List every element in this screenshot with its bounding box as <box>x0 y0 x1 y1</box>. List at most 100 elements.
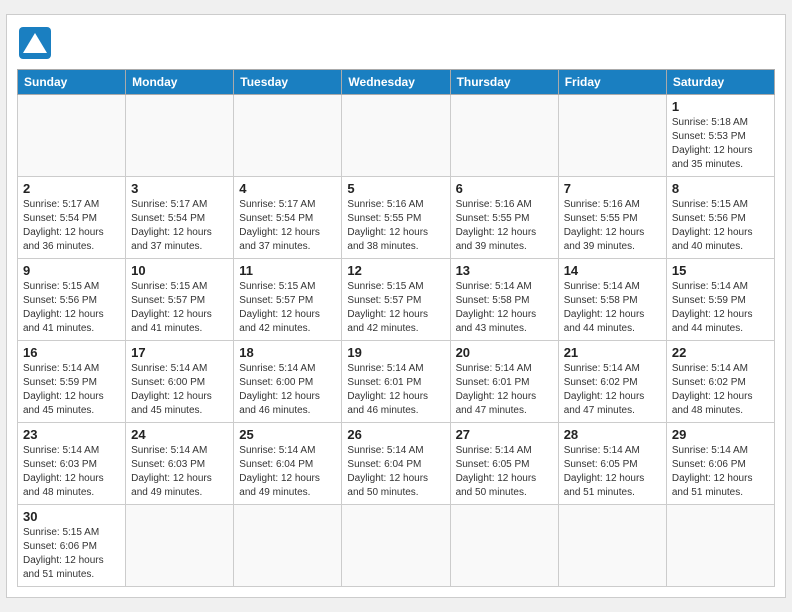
calendar-cell: 9 Sunrise: 5:15 AM Sunset: 5:56 PM Daylig… <box>18 259 126 341</box>
calendar-header-row: SundayMondayTuesdayWednesdayThursdayFrid… <box>18 70 775 95</box>
day-info: Sunrise: 5:14 AM Sunset: 6:02 PM Dayligh… <box>672 362 769 418</box>
day-info: Sunrise: 5:15 AM Sunset: 6:06 PM Dayligh… <box>23 526 120 582</box>
calendar-cell: 6 Sunrise: 5:16 AM Sunset: 5:55 PM Daylig… <box>450 177 558 259</box>
calendar-cell: 22 Sunrise: 5:14 AM Sunset: 6:02 PM Dayli… <box>666 341 774 423</box>
day-number: 29 <box>672 427 769 442</box>
day-number: 27 <box>456 427 553 442</box>
day-info: Sunrise: 5:14 AM Sunset: 5:59 PM Dayligh… <box>23 362 120 418</box>
day-number: 7 <box>564 181 661 196</box>
day-info: Sunrise: 5:14 AM Sunset: 6:03 PM Dayligh… <box>23 444 120 500</box>
calendar-cell: 11 Sunrise: 5:15 AM Sunset: 5:57 PM Dayli… <box>234 259 342 341</box>
calendar-cell <box>666 505 774 587</box>
calendar-cell: 13 Sunrise: 5:14 AM Sunset: 5:58 PM Dayli… <box>450 259 558 341</box>
calendar-cell <box>126 95 234 177</box>
calendar-week-row: 2 Sunrise: 5:17 AM Sunset: 5:54 PM Daylig… <box>18 177 775 259</box>
calendar-cell <box>558 95 666 177</box>
calendar-week-row: 1Sunrise: 5:18 AM Sunset: 5:53 PM Daylig… <box>18 95 775 177</box>
day-number: 23 <box>23 427 120 442</box>
calendar-cell: 30 Sunrise: 5:15 AM Sunset: 6:06 PM Dayli… <box>18 505 126 587</box>
weekday-header: Sunday <box>18 70 126 95</box>
day-info: Sunrise: 5:14 AM Sunset: 6:04 PM Dayligh… <box>239 444 336 500</box>
day-number: 22 <box>672 345 769 360</box>
day-number: 10 <box>131 263 228 278</box>
day-info: Sunrise: 5:16 AM Sunset: 5:55 PM Dayligh… <box>456 198 553 254</box>
calendar-cell: 4Sunrise: 5:17 AM Sunset: 5:54 PM Daylig… <box>234 177 342 259</box>
day-info: Sunrise: 5:17 AM Sunset: 5:54 PM Dayligh… <box>23 198 120 254</box>
calendar-cell: 28 Sunrise: 5:14 AM Sunset: 6:05 PM Dayli… <box>558 423 666 505</box>
calendar-cell: 7 Sunrise: 5:16 AM Sunset: 5:55 PM Daylig… <box>558 177 666 259</box>
calendar-cell: 21Sunrise: 5:14 AM Sunset: 6:02 PM Dayli… <box>558 341 666 423</box>
day-info: Sunrise: 5:15 AM Sunset: 5:56 PM Dayligh… <box>672 198 769 254</box>
calendar-cell: 24 Sunrise: 5:14 AM Sunset: 6:03 PM Dayli… <box>126 423 234 505</box>
day-number: 19 <box>347 345 444 360</box>
day-info: Sunrise: 5:15 AM Sunset: 5:57 PM Dayligh… <box>239 280 336 336</box>
calendar-cell <box>18 95 126 177</box>
weekday-header: Tuesday <box>234 70 342 95</box>
day-number: 4 <box>239 181 336 196</box>
calendar-cell: 15Sunrise: 5:14 AM Sunset: 5:59 PM Dayli… <box>666 259 774 341</box>
calendar-cell: 12Sunrise: 5:15 AM Sunset: 5:57 PM Dayli… <box>342 259 450 341</box>
day-info: Sunrise: 5:15 AM Sunset: 5:57 PM Dayligh… <box>347 280 444 336</box>
day-number: 9 <box>23 263 120 278</box>
day-info: Sunrise: 5:14 AM Sunset: 6:03 PM Dayligh… <box>131 444 228 500</box>
weekday-header: Thursday <box>450 70 558 95</box>
day-info: Sunrise: 5:14 AM Sunset: 6:04 PM Dayligh… <box>347 444 444 500</box>
calendar-cell <box>342 505 450 587</box>
calendar-cell: 25Sunrise: 5:14 AM Sunset: 6:04 PM Dayli… <box>234 423 342 505</box>
calendar-cell <box>234 505 342 587</box>
calendar-week-row: 30 Sunrise: 5:15 AM Sunset: 6:06 PM Dayli… <box>18 505 775 587</box>
weekday-header: Monday <box>126 70 234 95</box>
day-info: Sunrise: 5:14 AM Sunset: 5:58 PM Dayligh… <box>564 280 661 336</box>
day-info: Sunrise: 5:14 AM Sunset: 6:00 PM Dayligh… <box>131 362 228 418</box>
day-number: 11 <box>239 263 336 278</box>
weekday-row: SundayMondayTuesdayWednesdayThursdayFrid… <box>18 70 775 95</box>
day-info: Sunrise: 5:14 AM Sunset: 6:06 PM Dayligh… <box>672 444 769 500</box>
calendar-cell <box>558 505 666 587</box>
day-info: Sunrise: 5:16 AM Sunset: 5:55 PM Dayligh… <box>564 198 661 254</box>
day-info: Sunrise: 5:15 AM Sunset: 5:57 PM Dayligh… <box>131 280 228 336</box>
calendar-cell: 2 Sunrise: 5:17 AM Sunset: 5:54 PM Daylig… <box>18 177 126 259</box>
calendar-cell: 1Sunrise: 5:18 AM Sunset: 5:53 PM Daylig… <box>666 95 774 177</box>
day-number: 30 <box>23 509 120 524</box>
calendar-week-row: 16Sunrise: 5:14 AM Sunset: 5:59 PM Dayli… <box>18 341 775 423</box>
calendar-week-row: 23 Sunrise: 5:14 AM Sunset: 6:03 PM Dayli… <box>18 423 775 505</box>
day-number: 21 <box>564 345 661 360</box>
day-number: 28 <box>564 427 661 442</box>
day-number: 26 <box>347 427 444 442</box>
day-number: 24 <box>131 427 228 442</box>
calendar-header <box>17 25 775 61</box>
day-info: Sunrise: 5:15 AM Sunset: 5:56 PM Dayligh… <box>23 280 120 336</box>
calendar-week-row: 9 Sunrise: 5:15 AM Sunset: 5:56 PM Daylig… <box>18 259 775 341</box>
day-number: 13 <box>456 263 553 278</box>
day-number: 8 <box>672 181 769 196</box>
calendar-cell: 14 Sunrise: 5:14 AM Sunset: 5:58 PM Dayli… <box>558 259 666 341</box>
day-number: 3 <box>131 181 228 196</box>
calendar-cell: 8 Sunrise: 5:15 AM Sunset: 5:56 PM Daylig… <box>666 177 774 259</box>
calendar-cell <box>450 95 558 177</box>
day-info: Sunrise: 5:14 AM Sunset: 6:00 PM Dayligh… <box>239 362 336 418</box>
day-number: 2 <box>23 181 120 196</box>
day-info: Sunrise: 5:14 AM Sunset: 5:58 PM Dayligh… <box>456 280 553 336</box>
weekday-header: Saturday <box>666 70 774 95</box>
calendar-cell <box>450 505 558 587</box>
calendar-cell: 17 Sunrise: 5:14 AM Sunset: 6:00 PM Dayli… <box>126 341 234 423</box>
calendar-cell: 3Sunrise: 5:17 AM Sunset: 5:54 PM Daylig… <box>126 177 234 259</box>
day-number: 14 <box>564 263 661 278</box>
day-number: 20 <box>456 345 553 360</box>
calendar-cell: 27Sunrise: 5:14 AM Sunset: 6:05 PM Dayli… <box>450 423 558 505</box>
calendar-cell: 23 Sunrise: 5:14 AM Sunset: 6:03 PM Dayli… <box>18 423 126 505</box>
day-info: Sunrise: 5:14 AM Sunset: 6:01 PM Dayligh… <box>456 362 553 418</box>
day-number: 6 <box>456 181 553 196</box>
logo-icon <box>17 25 53 61</box>
day-info: Sunrise: 5:14 AM Sunset: 6:05 PM Dayligh… <box>564 444 661 500</box>
day-number: 15 <box>672 263 769 278</box>
day-info: Sunrise: 5:16 AM Sunset: 5:55 PM Dayligh… <box>347 198 444 254</box>
day-number: 17 <box>131 345 228 360</box>
calendar-cell <box>126 505 234 587</box>
calendar-container: SundayMondayTuesdayWednesdayThursdayFrid… <box>6 14 786 598</box>
calendar-cell: 18Sunrise: 5:14 AM Sunset: 6:00 PM Dayli… <box>234 341 342 423</box>
calendar-table: SundayMondayTuesdayWednesdayThursdayFrid… <box>17 69 775 587</box>
calendar-body: 1Sunrise: 5:18 AM Sunset: 5:53 PM Daylig… <box>18 95 775 587</box>
calendar-cell: 19Sunrise: 5:14 AM Sunset: 6:01 PM Dayli… <box>342 341 450 423</box>
calendar-cell: 29 Sunrise: 5:14 AM Sunset: 6:06 PM Dayli… <box>666 423 774 505</box>
